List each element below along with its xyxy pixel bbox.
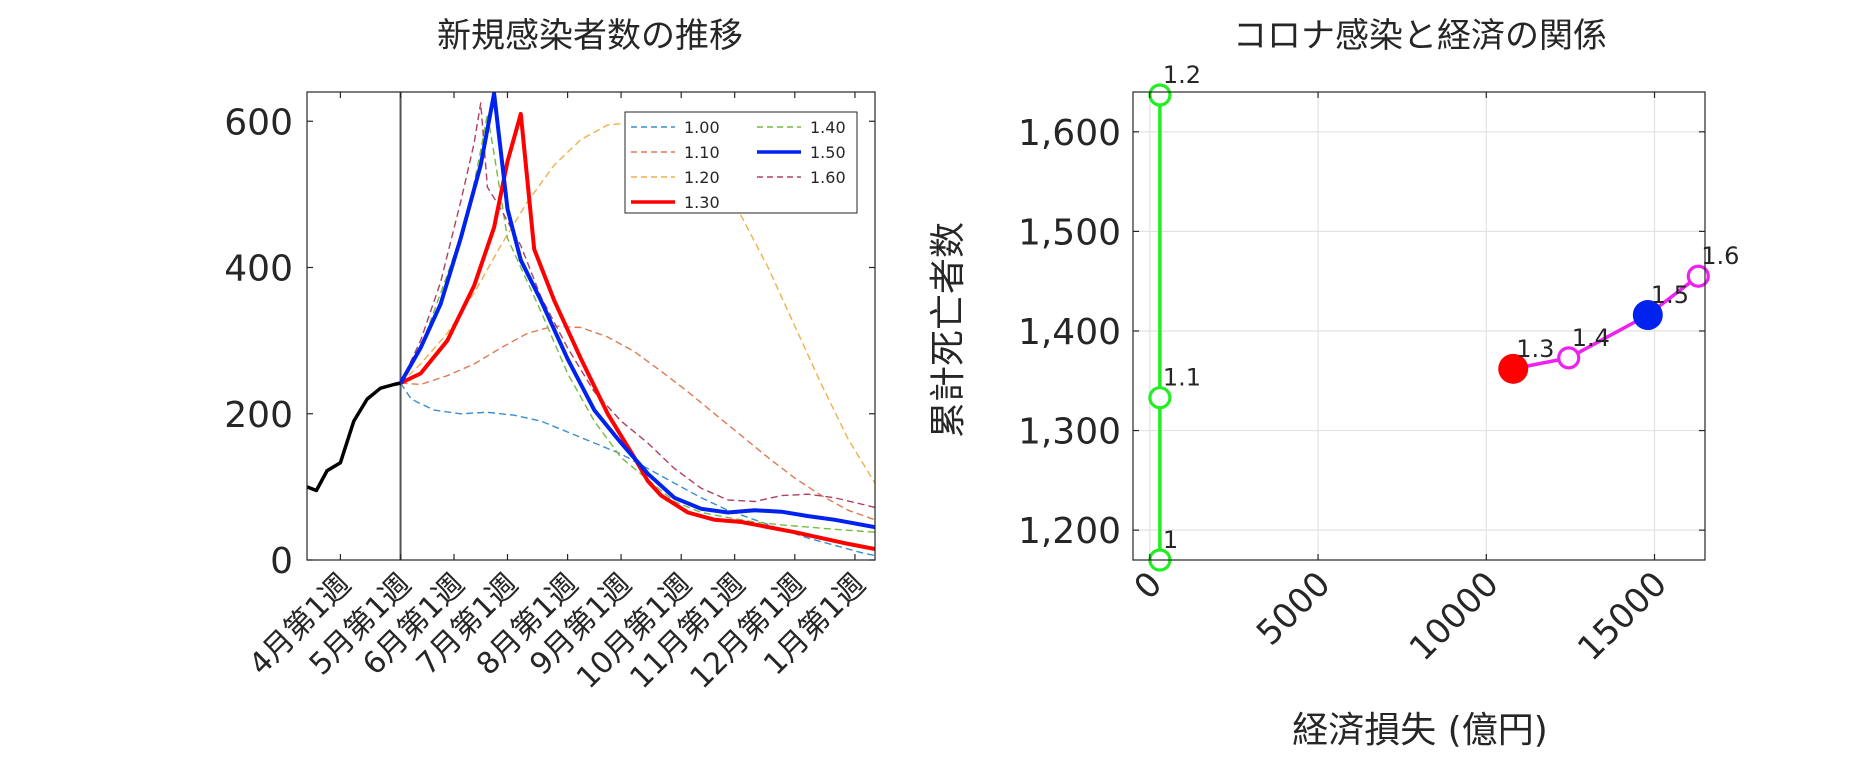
y-tick-label: 1,200: [1018, 511, 1121, 552]
y-tick-label: 1,300: [1018, 412, 1121, 453]
y-tick-label: 200: [224, 395, 293, 436]
legend-label-1.10: 1.10: [684, 143, 720, 162]
series-line-1.00: [400, 382, 875, 557]
legend: 1.00 1.10 1.20 1.30 1.40 1.50 1.60: [624, 111, 858, 214]
grid: [1133, 92, 1705, 560]
chart-title: コロナ感染と経済の関係: [1233, 16, 1607, 56]
legend-label-1.00: 1.00: [684, 118, 720, 137]
data-label: 1.4: [1572, 324, 1610, 352]
legend-label-1.30: 1.30: [684, 193, 720, 212]
figure: 新規感染者数の推移 02004006004月第1週5月第1週6月第1週7月第1週…: [224, 16, 1739, 751]
data-label: 1.1: [1163, 364, 1201, 392]
economy-relation-chart: コロナ感染と経済の関係 1 1.1 1.2 1.3 1.4 1.5 1.6 1,200 1,3…: [928, 16, 1739, 751]
series-line-observed: [307, 381, 401, 493]
y-tick-label: 600: [224, 102, 293, 143]
x-tick-label: 15000: [1570, 564, 1675, 669]
data-label: 1.2: [1163, 61, 1201, 89]
y-tick-label: 1,400: [1018, 312, 1121, 353]
x-tick-label: 10000: [1402, 564, 1507, 669]
legend-label-1.20: 1.20: [684, 168, 720, 187]
plot-frame: [1132, 91, 1706, 561]
y-tick-label: 1,600: [1018, 113, 1121, 154]
y-tick-label: 400: [224, 249, 293, 290]
x-axis-label: 経済損失 (億円): [1292, 710, 1548, 751]
chart-title: 新規感染者数の推移: [437, 16, 743, 56]
series-layer: 1 1.1 1.2 1.3 1.4 1.5 1.6: [1148, 61, 1739, 572]
axes: 1,2001,3001,4001,5001,6000 5000 10000 15000: [1018, 91, 1706, 669]
legend-label-1.50: 1.50: [810, 143, 846, 162]
y-tick-label: 0: [270, 541, 293, 582]
new-infections-chart: 新規感染者数の推移 02004006004月第1週5月第1週6月第1週7月第1週…: [224, 16, 876, 696]
y-tick-label: 1,500: [1018, 212, 1121, 253]
x-tick-label: 5000: [1249, 564, 1338, 653]
legend-label-1.40: 1.40: [810, 118, 846, 137]
data-label: 1.3: [1516, 335, 1554, 363]
legend-label-1.60: 1.60: [810, 168, 846, 187]
data-label: 1.5: [1651, 281, 1689, 309]
y-axis-label: 累計死亡者数: [928, 222, 969, 438]
data-label: 1.6: [1701, 242, 1739, 270]
data-label: 1: [1163, 526, 1178, 554]
series-line-1.10: [400, 325, 875, 521]
